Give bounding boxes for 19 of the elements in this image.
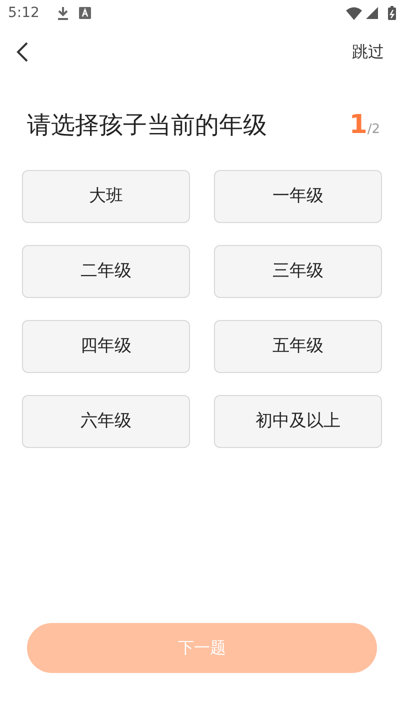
grade-option[interactable]: 四年级 — [22, 320, 190, 373]
grade-option[interactable]: 一年级 — [214, 170, 382, 223]
grade-option[interactable]: 三年级 — [214, 245, 382, 298]
progress-current: 1 — [349, 108, 368, 142]
grade-option[interactable]: 六年级 — [22, 395, 190, 448]
grade-option[interactable]: 五年级 — [214, 320, 382, 373]
skip-button[interactable]: 跳过 — [352, 40, 384, 64]
download-icon — [57, 6, 70, 20]
status-time: 5:12 — [8, 4, 40, 22]
battery-icon — [388, 6, 396, 20]
progress-total: /2 — [367, 120, 380, 138]
signal-icon — [366, 7, 378, 19]
keyboard-icon — [79, 7, 92, 19]
grade-option[interactable]: 大班 — [22, 170, 190, 223]
back-icon — [15, 41, 29, 63]
question-title: 请选择孩子当前的年级 — [27, 110, 267, 141]
wifi-icon — [346, 6, 362, 20]
grade-option[interactable]: 初中及以上 — [214, 395, 382, 448]
grade-option[interactable]: 二年级 — [22, 245, 190, 298]
